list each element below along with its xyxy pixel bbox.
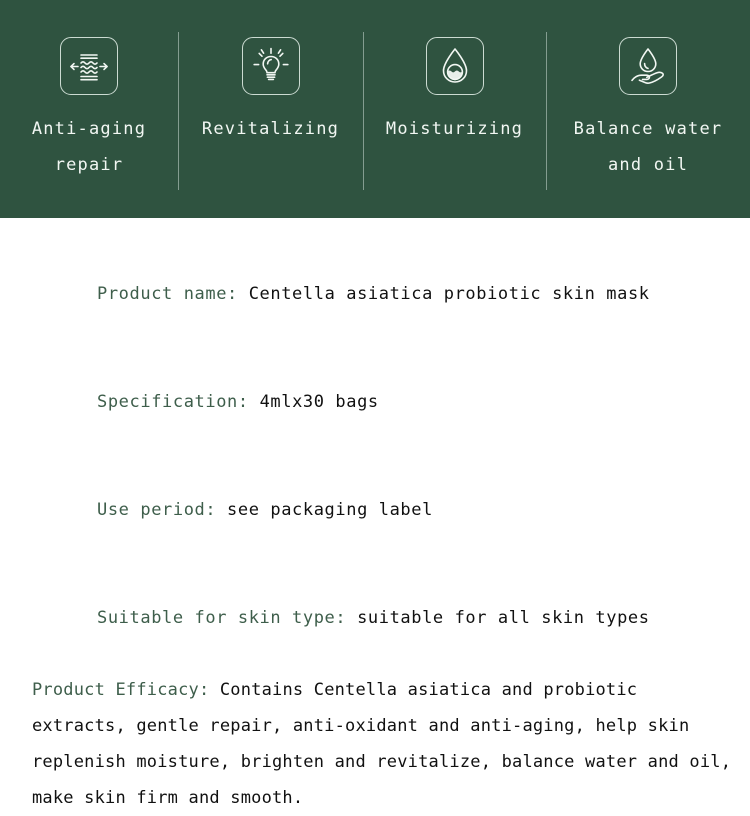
product-info-page: Anti-aging repair Revitalizing Moisturiz… <box>0 0 750 816</box>
feature-icon-box <box>60 37 118 95</box>
feature-label: Revitalizing <box>201 119 340 139</box>
info-row-value-text: see packaging label <box>227 500 433 520</box>
feature-label: Moisturizing <box>385 119 524 139</box>
info-row-label: Product name: <box>97 284 238 304</box>
info-row-value-text: 4mlx30 bags <box>259 392 379 412</box>
info-row-label: Specification: <box>97 392 249 412</box>
info-row-value-text: suitable for all skin types <box>357 608 650 628</box>
balance-water-oil-hand-droplet-icon <box>628 47 668 85</box>
feature-item-anti-aging: Anti-aging repair <box>0 0 178 218</box>
anti-aging-wave-icon <box>69 49 109 83</box>
feature-item-balance-water-oil: Balance water and oil <box>546 0 750 218</box>
info-row-product-efficacy: Product Efficacy: Contains Centella asia… <box>0 672 732 816</box>
product-info-block: Product name: Centella asiatica probioti… <box>0 218 731 816</box>
feature-icon-box <box>619 37 677 95</box>
feature-band: Anti-aging repair Revitalizing Moisturiz… <box>0 0 750 218</box>
revitalizing-lightbulb-icon <box>252 47 290 85</box>
info-row-label: Use period: <box>97 500 217 520</box>
feature-icon-box <box>425 37 484 95</box>
feature-label: Balance water and oil <box>573 119 723 175</box>
info-row-value <box>209 680 219 700</box>
feature-icon-box <box>241 37 300 95</box>
info-row-value <box>216 500 227 520</box>
feature-item-moisturizing: Moisturizing <box>363 0 546 218</box>
info-row-value-text: Centella asiatica probiotic skin mask <box>248 284 650 304</box>
info-row-value <box>249 392 260 412</box>
feature-label: Anti-aging repair <box>31 119 147 175</box>
info-row-value <box>238 284 249 304</box>
info-row-product-name: Product name: Centella asiatica probioti… <box>32 240 718 348</box>
moisturizing-droplet-icon <box>438 46 472 86</box>
info-row-use-period: Use period: see packaging label <box>32 456 718 564</box>
info-row-skin-type: Suitable for skin type: suitable for all… <box>32 564 718 672</box>
info-row-value <box>346 608 357 628</box>
info-row-specification: Specification: 4mlx30 bags <box>32 348 718 456</box>
info-row-label: Product Efficacy: <box>32 680 210 700</box>
info-row-label: Suitable for skin type: <box>97 608 347 628</box>
feature-item-revitalizing: Revitalizing <box>178 0 363 218</box>
